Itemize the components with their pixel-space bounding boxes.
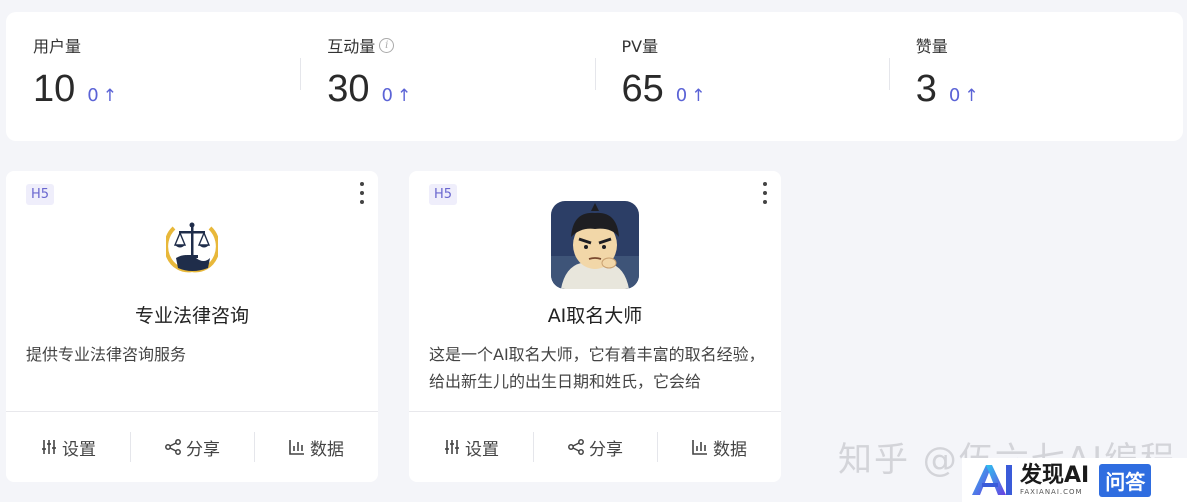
- stats-panel: 用户量 10 0 ↑ 互动量 i 30 0 ↑ PV量 65 0 ↑ 赞量 3 0 ↑: [6, 12, 1183, 141]
- brand-name: 发现AI: [1020, 463, 1090, 488]
- stat-likes: 赞量 3 0 ↑: [888, 12, 1183, 141]
- share-label: 分享: [186, 439, 220, 460]
- brand-url: FAXIANAI.COM: [1020, 488, 1083, 496]
- arrow-up-icon: ↑: [691, 86, 706, 106]
- stat-label: 互动量 i: [327, 34, 594, 56]
- settings-button[interactable]: 设置: [6, 432, 130, 462]
- app-card-ai-naming[interactable]: H5 AI取名大师 这是一个AI取名大师，它有着丰富的取名经验，给出新生儿的出生…: [409, 171, 781, 482]
- stat-delta: 0 ↑: [948, 85, 979, 106]
- settings-label: 设置: [465, 439, 499, 460]
- cartoon-avatar-icon: [551, 201, 639, 289]
- share-button[interactable]: 分享: [130, 432, 254, 462]
- sliders-icon: [42, 440, 56, 454]
- type-badge: H5: [26, 184, 55, 205]
- app-card-legal[interactable]: H5 专业法律咨询 提供专业法律咨询服务 设置 分享 数据: [6, 171, 378, 482]
- stat-value: 3: [915, 68, 937, 110]
- data-label: 数据: [713, 439, 747, 460]
- watermark-badge: 发现AI FAXIANAI.COM 问答: [962, 458, 1187, 502]
- stat-delta: 0 ↑: [87, 85, 117, 106]
- info-icon[interactable]: i: [379, 37, 395, 53]
- scales-of-justice-icon: [164, 218, 220, 274]
- card-footer: 设置 分享 数据: [6, 411, 378, 482]
- arrow-up-icon: ↑: [102, 86, 117, 106]
- stat-value: 30: [327, 68, 370, 110]
- stat-value: 10: [33, 68, 76, 110]
- card-description: 这是一个AI取名大师，它有着丰富的取名经验，给出新生儿的出生日期和姓氏，它会给: [429, 345, 765, 391]
- stat-delta: 0 ↑: [381, 85, 412, 106]
- stat-label: PV量: [621, 37, 659, 56]
- type-badge: H5: [429, 184, 458, 205]
- settings-button[interactable]: 设置: [409, 432, 533, 462]
- data-button[interactable]: 数据: [657, 432, 781, 462]
- more-menu-icon[interactable]: [761, 182, 769, 204]
- arrow-up-icon: ↑: [964, 86, 979, 106]
- arrow-up-icon: ↑: [396, 86, 412, 106]
- stat-interactions: 互动量 i 30 0 ↑: [300, 12, 594, 141]
- share-button[interactable]: 分享: [533, 432, 657, 462]
- stat-delta: 0 ↑: [675, 85, 706, 106]
- data-button[interactable]: 数据: [254, 432, 378, 462]
- settings-label: 设置: [62, 439, 96, 460]
- stat-label: 赞量: [915, 37, 948, 56]
- bar-chart-icon: [692, 440, 707, 455]
- stat-label: 用户量: [33, 37, 82, 56]
- share-icon: [568, 439, 584, 455]
- qa-label: 问答: [1099, 463, 1152, 497]
- sliders-icon: [445, 440, 459, 454]
- card-title: AI取名大师: [547, 305, 643, 327]
- stat-pv: PV量 65 0 ↑: [594, 12, 889, 141]
- card-footer: 设置 分享 数据: [409, 411, 781, 482]
- card-description: 提供专业法律咨询服务: [26, 345, 187, 364]
- share-label: 分享: [589, 439, 623, 460]
- more-menu-icon[interactable]: [358, 182, 366, 204]
- bar-chart-icon: [289, 440, 304, 455]
- stat-value: 65: [621, 68, 664, 110]
- share-icon: [165, 439, 181, 455]
- card-title: 专业法律咨询: [134, 305, 249, 327]
- data-label: 数据: [310, 439, 344, 460]
- stat-users: 用户量 10 0 ↑: [6, 12, 300, 141]
- brand-logo-icon: [972, 465, 1012, 495]
